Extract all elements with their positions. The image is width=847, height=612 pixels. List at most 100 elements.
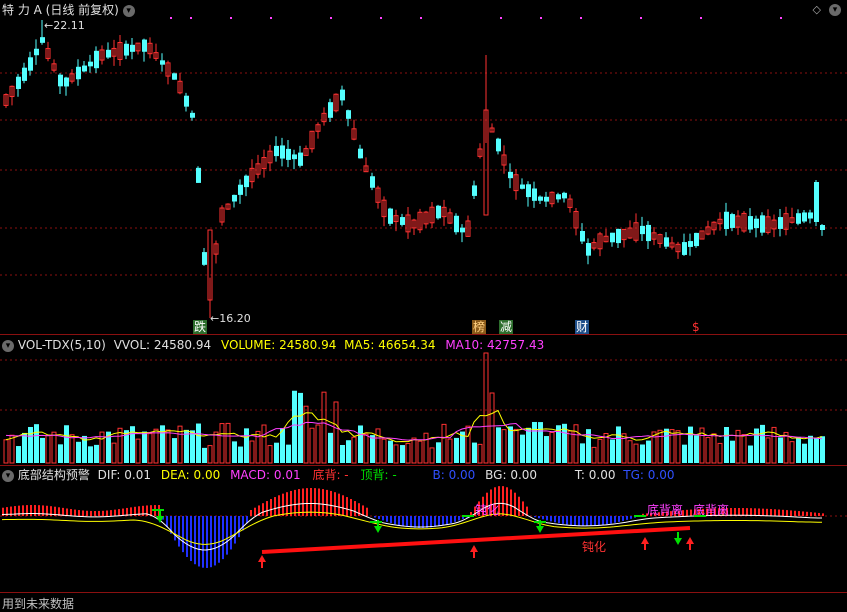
macd-bar	[66, 508, 68, 516]
volume-bar	[69, 434, 75, 464]
macd-bar	[322, 489, 324, 516]
price-chart	[0, 17, 847, 318]
macd-bar	[822, 513, 824, 516]
chevron-down-icon[interactable]: ▾	[122, 4, 135, 17]
volume-bar	[508, 426, 513, 463]
volume-bar	[705, 437, 711, 464]
footer-note: 用到未来数据	[2, 597, 75, 611]
macd-bar	[442, 516, 444, 526]
event-marker-die[interactable]: 跌	[193, 320, 208, 334]
candle-body	[16, 76, 21, 89]
top-dot	[500, 17, 502, 19]
candle-body	[58, 74, 63, 87]
volume-bar	[45, 434, 51, 464]
event-marker-bang[interactable]: 榜	[472, 320, 487, 334]
macd-bar	[806, 511, 808, 516]
volume-bar	[538, 422, 543, 463]
top-dot	[190, 17, 192, 19]
macd-bar	[230, 516, 232, 550]
volume-bar	[549, 431, 555, 464]
macd-bar	[294, 489, 296, 516]
chart-title: 特 力 A (日线 前复权) ▾	[2, 2, 135, 18]
macd-bar	[238, 516, 240, 538]
candle-body	[586, 243, 591, 256]
volume-bar	[333, 401, 339, 464]
high-price-label: ←22.11	[44, 19, 85, 32]
arrow-icon: ←	[210, 312, 220, 325]
event-marker-dollar[interactable]: $	[691, 320, 701, 334]
volume-bar	[249, 440, 255, 464]
candle-body	[694, 232, 699, 247]
volume-bar	[28, 426, 33, 463]
macd-bar	[26, 505, 28, 516]
macd-bar	[622, 516, 624, 521]
macd-bar	[150, 505, 152, 516]
volume-bar	[417, 440, 423, 464]
macd-bar	[382, 516, 384, 521]
candle-body	[646, 224, 651, 242]
candle-body	[526, 184, 531, 198]
candle-body	[556, 194, 561, 200]
candle-body	[190, 112, 195, 118]
volume-bar	[496, 427, 501, 463]
volume-bar	[591, 446, 597, 464]
volume-bar	[88, 446, 93, 463]
volume-bar	[489, 392, 495, 464]
ind-dea: DEA: 0.00	[160, 468, 221, 482]
macd-bar	[630, 516, 632, 519]
vol-vvol: VVOL: 24580.94	[113, 338, 212, 352]
volume-bar	[328, 432, 333, 463]
candle-body	[454, 215, 459, 233]
macd-bar	[522, 501, 524, 516]
volume-bar	[40, 437, 45, 463]
volume-bar	[436, 442, 441, 463]
macd-bar	[78, 510, 80, 516]
macd-bar	[558, 516, 560, 524]
macd-bar	[766, 508, 768, 516]
top-dot	[540, 17, 542, 19]
macd-bar	[514, 492, 516, 516]
volume-bar	[778, 437, 783, 463]
macd-bar	[242, 516, 244, 531]
macd-bar	[410, 516, 412, 528]
macd-bar	[38, 505, 40, 516]
chevron-down-icon[interactable]: ▾	[2, 469, 14, 482]
macd-bar	[774, 509, 776, 516]
diamond-icon[interactable]: ◇	[813, 3, 821, 16]
macd-bar	[262, 503, 264, 516]
macd-bar	[118, 509, 120, 516]
candle-body	[814, 182, 819, 222]
macd-bar	[798, 511, 800, 516]
candle-body	[802, 212, 807, 222]
macd-bar	[70, 509, 72, 516]
volume-bar	[633, 443, 639, 464]
volume-bar	[213, 431, 219, 464]
volume-bar	[375, 428, 381, 464]
candle-body	[460, 227, 465, 233]
macd-bar	[446, 516, 448, 525]
candle-body	[76, 66, 81, 80]
down-arrow-icon	[674, 538, 682, 545]
macd-bar	[582, 516, 584, 526]
volume-bar	[765, 437, 771, 464]
macd-bar	[590, 516, 592, 526]
chevron-down-icon[interactable]: ▾	[2, 339, 14, 352]
macd-bar	[542, 516, 544, 520]
volume-bar	[76, 441, 81, 463]
volume-bar	[423, 432, 429, 464]
candle-body	[730, 214, 735, 228]
event-marker-jian[interactable]: 减	[499, 320, 514, 334]
ind-name: 底部结构预警	[17, 468, 90, 482]
macd-bar	[562, 516, 564, 524]
vol-ma10: MA10: 42757.43	[445, 338, 545, 352]
volume-bar	[315, 424, 321, 464]
candle-body	[520, 184, 525, 189]
volume-bar	[58, 444, 63, 463]
macd-bar	[386, 516, 388, 522]
macd-bar	[286, 492, 288, 516]
settings-menu-icon[interactable]: ▾	[829, 2, 841, 16]
event-marker-cai[interactable]: 财	[575, 320, 590, 334]
macd-bar	[222, 516, 224, 560]
candle-body	[292, 154, 297, 160]
down-arrow-icon	[536, 526, 544, 533]
